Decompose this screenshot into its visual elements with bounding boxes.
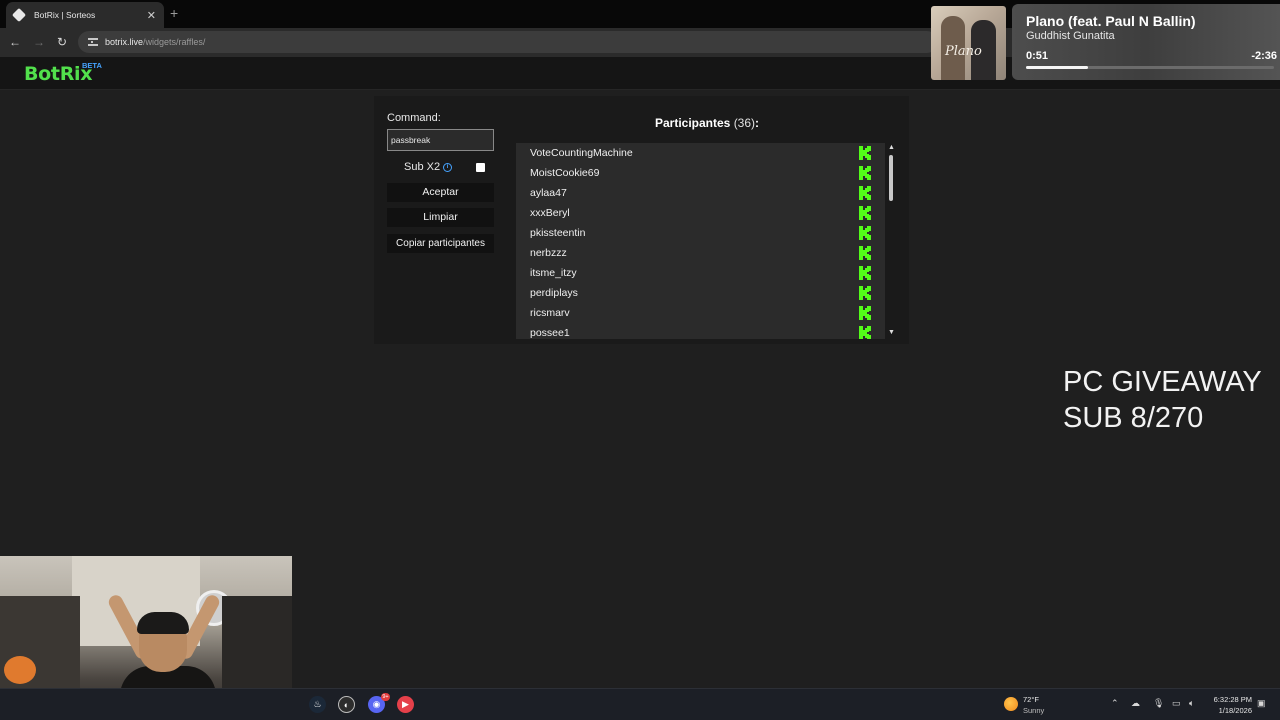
- participant-name: ricsmarv: [530, 307, 570, 319]
- sub-x2-label: Sub X2: [404, 161, 441, 173]
- participant-row[interactable]: itsme_itzy: [516, 263, 885, 283]
- sub-x2-row: Sub X2 i: [387, 160, 494, 176]
- participant-name: nerbzzz: [530, 247, 567, 259]
- new-tab-button[interactable]: +: [170, 5, 178, 21]
- participant-row[interactable]: VoteCountingMachine: [516, 143, 885, 163]
- participant-row[interactable]: possee1: [516, 323, 885, 339]
- kick-icon: [859, 286, 871, 300]
- microphone-icon[interactable]: 🎙︎: [1153, 698, 1164, 709]
- weather-temperature[interactable]: 72°F: [1023, 695, 1039, 704]
- notification-icon[interactable]: ▣: [1257, 698, 1266, 709]
- participant-name: itsme_itzy: [530, 267, 577, 279]
- song-title: Plano (feat. Paul N Ballin): [1026, 13, 1196, 29]
- participant-row[interactable]: MoistCookie69: [516, 163, 885, 183]
- sun-icon[interactable]: [1004, 697, 1018, 711]
- scrollbar-thumb[interactable]: [889, 155, 893, 201]
- participants-scrollbar[interactable]: ▲ ▼: [887, 143, 897, 339]
- scroll-down-arrow-icon[interactable]: ▼: [888, 329, 895, 336]
- screen: { "browser": { "tab_title": "BotRix | So…: [0, 0, 1280, 720]
- copy-participants-button[interactable]: Copiar participantes: [387, 234, 494, 253]
- album-art: Plano: [931, 6, 1006, 80]
- participant-row[interactable]: ricsmarv: [516, 303, 885, 323]
- weather-description[interactable]: Sunny: [1023, 706, 1044, 715]
- steam-icon[interactable]: ♨: [309, 696, 326, 713]
- participant-row[interactable]: xxxBeryl: [516, 203, 885, 223]
- command-label: Command:: [387, 112, 441, 124]
- url-host: botrix.live: [105, 37, 144, 47]
- scroll-up-arrow-icon[interactable]: ▲: [888, 144, 895, 151]
- network-icon[interactable]: ▭: [1172, 698, 1181, 709]
- giveaway-overlay: PC GIVEAWAY SUB 8/270: [1063, 364, 1262, 436]
- forward-arrow-icon[interactable]: →: [31, 34, 47, 50]
- chevron-up-icon[interactable]: ⌃: [1111, 698, 1119, 709]
- kick-icon: [859, 166, 871, 180]
- participant-name: xxxBeryl: [530, 207, 570, 219]
- url-path: /widgets/raffles/: [143, 37, 206, 47]
- info-icon[interactable]: i: [443, 163, 452, 172]
- album-art-text: Plano: [945, 44, 982, 59]
- clock-date[interactable]: 1/18/2026: [1206, 706, 1252, 715]
- participant-name: perdiplays: [530, 287, 578, 299]
- reload-icon[interactable]: ↻: [54, 34, 70, 50]
- kick-icon: [859, 326, 871, 339]
- raffle-widget: Command: Sub X2 i Aceptar Limpiar Copiar…: [374, 96, 909, 344]
- participant-name: aylaa47: [530, 187, 567, 199]
- command-input[interactable]: [387, 129, 494, 151]
- clear-button[interactable]: Limpiar: [387, 208, 494, 227]
- remaining-time: -2:36: [1251, 50, 1277, 62]
- participant-name: possee1: [530, 327, 570, 339]
- now-playing-card: Plano (feat. Paul N Ballin) Guddhist Gun…: [1012, 4, 1280, 80]
- botrix-favicon-icon: [11, 7, 27, 23]
- participant-row[interactable]: nerbzzz: [516, 243, 885, 263]
- kick-icon: [859, 266, 871, 280]
- beta-badge: BETA: [82, 61, 102, 70]
- participant-name: MoistCookie69: [530, 167, 600, 179]
- close-icon[interactable]: ✕: [147, 9, 156, 22]
- clock-time[interactable]: 6:32:28 PM: [1206, 695, 1252, 704]
- song-artist: Guddhist Gunatita: [1026, 30, 1115, 42]
- browser-tab[interactable]: BotRix | Sorteos ✕: [6, 2, 164, 28]
- participant-row[interactable]: pkissteentin: [516, 223, 885, 243]
- address-bar[interactable]: botrix.live/widgets/raffles/: [78, 31, 938, 53]
- participants-colon: :: [755, 116, 760, 130]
- volume-icon[interactable]: 🔈︎: [1189, 698, 1194, 709]
- kick-icon: [859, 246, 871, 260]
- back-arrow-icon[interactable]: ←: [7, 34, 23, 50]
- participant-name: pkissteentin: [530, 227, 586, 239]
- kick-icon: [859, 226, 871, 240]
- tab-title: BotRix | Sorteos: [34, 10, 96, 20]
- participant-name: VoteCountingMachine: [530, 147, 633, 159]
- taskbar: ♨ ◐ ◉ 9+ ▶ 72°F Sunny ⌃ ☁ 🎙︎ ▭ 🔈︎ 6:32:28…: [0, 688, 1280, 720]
- participants-heading: Participantes (36):: [516, 116, 898, 130]
- sub-x2-checkbox[interactable]: [476, 163, 485, 172]
- elapsed-time: 0:51: [1026, 50, 1049, 62]
- participants-title: Participantes: [654, 116, 731, 130]
- participants-count: (36): [733, 116, 756, 130]
- kick-icon: [859, 206, 871, 220]
- giveaway-line-1: PC GIVEAWAY: [1063, 366, 1262, 398]
- discord-notification-badge: 9+: [381, 693, 390, 701]
- site-settings-icon[interactable]: [88, 38, 98, 46]
- participants-list[interactable]: VoteCountingMachine MoistCookie69 aylaa47 x…: [516, 143, 885, 339]
- kick-icon: [859, 306, 871, 320]
- song-progress-fill: [1026, 66, 1088, 69]
- media-player-icon[interactable]: ▶: [397, 696, 414, 713]
- accept-button[interactable]: Aceptar: [387, 183, 494, 202]
- song-progress-bar: [1026, 66, 1274, 69]
- participant-row[interactable]: aylaa47: [516, 183, 885, 203]
- giveaway-line-2: SUB 8/270: [1063, 402, 1204, 434]
- kick-icon: [859, 146, 871, 160]
- obs-icon[interactable]: ◐: [338, 696, 355, 713]
- kick-icon: [859, 186, 871, 200]
- onedrive-icon[interactable]: ☁: [1131, 698, 1140, 709]
- participant-row[interactable]: perdiplays: [516, 283, 885, 303]
- discord-icon[interactable]: ◉ 9+: [368, 693, 390, 713]
